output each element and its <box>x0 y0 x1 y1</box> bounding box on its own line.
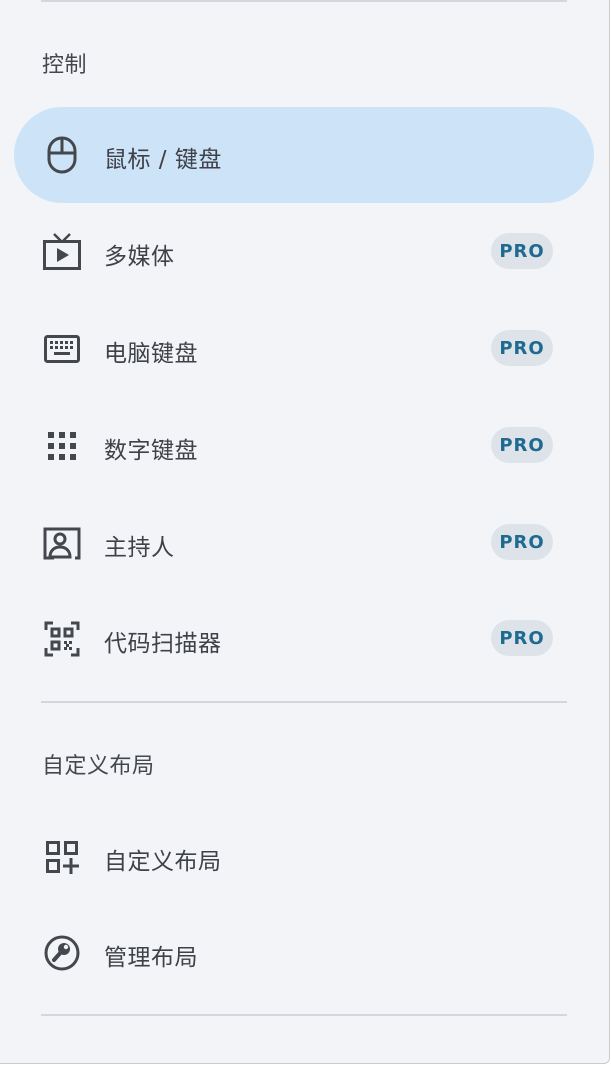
navigation-drawer: 控制 鼠标 / 键盘 多媒体 PRO 电脑键盘 PRO 数字键盘 PRO 主持人… <box>0 0 610 1064</box>
menu-item-label: 主持人 <box>104 535 175 561</box>
menu-item-label: 自定义布局 <box>104 849 222 875</box>
menu-item-label: 管理布局 <box>104 945 198 971</box>
menu-item-label: 电脑键盘 <box>104 341 198 367</box>
pro-badge: PRO <box>491 233 553 269</box>
presenter-icon <box>42 523 82 563</box>
menu-item-pc-keyboard[interactable]: 电脑键盘 PRO <box>14 301 594 397</box>
menu-item-label: 多媒体 <box>104 244 175 270</box>
menu-item-mouse-keyboard[interactable]: 鼠标 / 键盘 <box>14 107 594 203</box>
qr-scanner-icon <box>42 619 82 659</box>
numpad-icon <box>42 426 82 466</box>
section-title-control: 控制 <box>42 53 88 78</box>
section-title-custom-layouts: 自定义布局 <box>42 754 155 779</box>
menu-item-label: 代码扫描器 <box>104 631 222 657</box>
pro-badge: PRO <box>491 524 553 560</box>
menu-item-numpad[interactable]: 数字键盘 PRO <box>14 398 594 494</box>
tv-play-icon <box>42 232 82 272</box>
menu-item-manage-layouts[interactable]: 管理布局 <box>14 905 594 1001</box>
divider-top <box>41 0 567 2</box>
wrench-icon <box>42 933 82 973</box>
menu-item-label: 鼠标 / 键盘 <box>104 147 222 173</box>
mouse-icon <box>42 135 82 175</box>
menu-item-presenter[interactable]: 主持人 PRO <box>14 495 594 591</box>
pro-badge: PRO <box>491 330 553 366</box>
pro-badge: PRO <box>491 620 553 656</box>
keyboard-icon <box>42 329 82 369</box>
widgets-add-icon <box>42 837 82 877</box>
menu-item-multimedia[interactable]: 多媒体 PRO <box>14 204 594 300</box>
divider-bottom <box>41 1014 567 1016</box>
menu-item-label: 数字键盘 <box>104 438 198 464</box>
menu-item-code-scanner[interactable]: 代码扫描器 PRO <box>14 591 594 687</box>
pro-badge: PRO <box>491 427 553 463</box>
menu-item-custom-layout[interactable]: 自定义布局 <box>14 809 594 905</box>
divider-middle <box>41 701 567 703</box>
